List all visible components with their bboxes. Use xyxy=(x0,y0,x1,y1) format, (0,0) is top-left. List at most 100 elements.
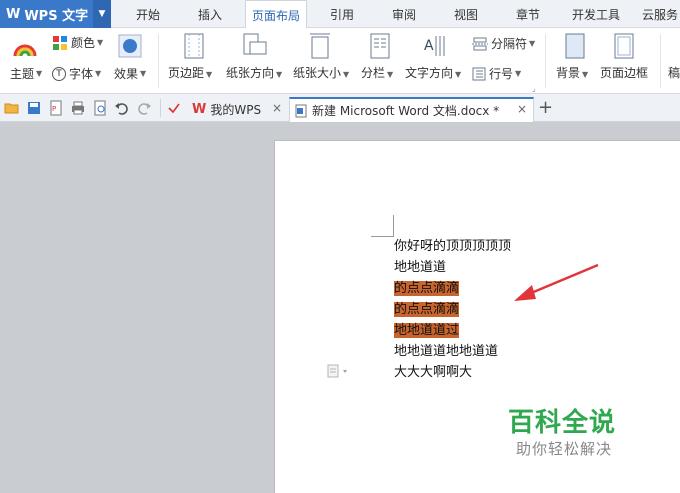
color-label: 颜色 xyxy=(71,36,96,50)
line-number-icon xyxy=(472,67,486,80)
undo-icon[interactable] xyxy=(114,100,130,116)
text-line-highlighted[interactable]: 的点点滴滴 xyxy=(394,279,460,298)
paper-size-button[interactable]: 纸张大小 ▼ xyxy=(293,64,349,81)
wps-app-menu-button[interactable]: W WPS 文字 ▼ xyxy=(0,0,111,28)
ribbon-separator xyxy=(660,34,661,88)
columns-label: 分栏 xyxy=(361,66,386,80)
app-menu-label: WPS 文字 xyxy=(24,8,89,24)
margin-corner-mark xyxy=(371,236,393,237)
page-border-label: 页面边框 xyxy=(600,66,649,80)
toolbar-separator xyxy=(160,99,161,117)
background-icon xyxy=(565,33,585,59)
paper-size-label: 纸张大小 xyxy=(293,66,342,80)
dialog-launcher-icon[interactable]: ⌟ xyxy=(532,84,536,93)
print-icon[interactable] xyxy=(70,100,86,116)
separator-button[interactable]: 分隔符 ▼ xyxy=(472,35,535,52)
paper-size-icon xyxy=(310,33,330,59)
font-label: 字体 xyxy=(69,67,94,81)
page-border-button[interactable]: 页面边框 xyxy=(600,64,648,81)
close-icon[interactable]: × xyxy=(272,101,282,115)
customize-toolbar-icon[interactable] xyxy=(166,100,182,116)
orientation-icon xyxy=(243,33,267,55)
color-button[interactable]: 颜色 ▼ xyxy=(52,34,103,51)
watermark-subtitle: 助你轻松解决 xyxy=(516,440,613,458)
text-line[interactable]: 地地道道 xyxy=(394,258,446,277)
tab-my-wps[interactable]: W 我的WPS × xyxy=(188,97,288,122)
highlighted-text: 的点点滴滴 xyxy=(394,281,460,296)
draft-button[interactable]: 稿 xyxy=(668,64,680,81)
text-line-highlighted[interactable]: 地地道道过 xyxy=(394,321,460,340)
open-folder-icon[interactable] xyxy=(4,100,20,116)
background-label: 背景 xyxy=(556,66,581,80)
save-icon[interactable] xyxy=(26,100,42,116)
wps-logo-icon: W xyxy=(192,102,207,117)
background-button[interactable]: 背景 ▼ xyxy=(556,64,588,81)
line-text: 大大大啊啊大 xyxy=(394,365,473,380)
export-pdf-icon[interactable]: P xyxy=(48,100,64,116)
menu-bar: W WPS 文字 ▼ 开始 插入 页面布局 引用 审阅 视图 章节 开发工具 云… xyxy=(0,0,680,29)
tab-developer-tools[interactable]: 开发工具 xyxy=(563,0,629,28)
new-tab-button[interactable]: + xyxy=(538,97,553,118)
theme-rainbow-icon xyxy=(13,44,37,57)
tab-home[interactable]: 开始 xyxy=(122,0,174,28)
chevron-down-icon: ▼ xyxy=(343,70,350,79)
line-number-button[interactable]: 行号 ▼ xyxy=(472,65,521,82)
chevron-down-icon: ▼ xyxy=(529,39,536,48)
line-text: 地地道道地地道道 xyxy=(394,344,499,359)
page-break-icon xyxy=(472,37,488,50)
chevron-down-icon: ▼ xyxy=(36,69,43,78)
ribbon-separator xyxy=(158,34,159,88)
tab-chapter[interactable]: 章节 xyxy=(502,0,554,28)
chevron-down-icon: ▼ xyxy=(515,69,522,78)
columns-button[interactable]: 分栏 ▼ xyxy=(361,64,393,81)
tab-review[interactable]: 审阅 xyxy=(378,0,430,28)
font-t-icon: T xyxy=(52,66,66,81)
chevron-down-icon: ▼ xyxy=(95,69,102,78)
tab-page-layout[interactable]: 页面布局 xyxy=(245,0,307,29)
draft-label: 稿 xyxy=(668,66,680,80)
tab-my-wps-label: 我的WPS xyxy=(210,103,262,117)
tab-insert[interactable]: 插入 xyxy=(184,0,236,28)
margin-button[interactable]: 页边距 ▼ xyxy=(168,64,212,81)
text-line[interactable]: 大大大啊啊大 xyxy=(394,363,472,382)
theme-label: 主题 xyxy=(10,67,35,81)
chevron-down-icon[interactable]: ▼ xyxy=(93,0,111,28)
chevron-down-icon: ▼ xyxy=(455,70,462,79)
font-button[interactable]: T 字体 ▼ xyxy=(52,65,101,82)
text-line[interactable]: 你好呀的顶顶顶顶顶 xyxy=(394,237,511,256)
columns-icon xyxy=(370,33,390,59)
text-direction-label: 文字方向 xyxy=(405,66,454,80)
effect-circle-icon xyxy=(118,34,142,58)
margin-corner-mark xyxy=(393,215,394,237)
svg-text:P: P xyxy=(52,105,56,113)
document-icon xyxy=(295,104,307,117)
text-line[interactable]: 地地道道地地道道 xyxy=(394,342,498,361)
separator-label: 分隔符 xyxy=(491,37,528,51)
theme-button[interactable]: 主题 ▼ xyxy=(10,65,42,82)
paragraph-layout-icon[interactable] xyxy=(327,364,353,378)
effect-button[interactable]: 效果 ▼ xyxy=(114,65,146,82)
redo-icon[interactable] xyxy=(136,100,152,116)
baike-watermark: 百科全说 助你轻松解决 xyxy=(500,398,660,470)
tab-cloud-service[interactable]: 云服务 xyxy=(636,0,680,28)
tab-document-label: 新建 Microsoft Word 文档.docx * xyxy=(312,104,500,118)
tab-document[interactable]: 新建 Microsoft Word 文档.docx * × xyxy=(289,97,534,122)
wps-logo-icon: W xyxy=(6,6,21,22)
line-number-label: 行号 xyxy=(489,67,514,81)
chevron-down-icon: ▼ xyxy=(276,70,283,79)
text-direction-icon: A xyxy=(424,36,445,56)
chevron-down-icon: ▼ xyxy=(387,70,394,79)
text-direction-button[interactable]: 文字方向 ▼ xyxy=(405,64,461,81)
orientation-button[interactable]: 纸张方向 ▼ xyxy=(226,64,282,81)
margin-label: 页边距 xyxy=(168,66,205,80)
watermark-title: 百科全说 xyxy=(508,408,617,438)
close-icon[interactable]: × xyxy=(517,102,527,116)
margin-icon xyxy=(184,33,204,59)
tab-references[interactable]: 引用 xyxy=(317,0,367,28)
print-preview-icon[interactable] xyxy=(92,100,108,116)
chevron-down-icon: ▼ xyxy=(97,38,104,47)
line-text: 地地道道 xyxy=(394,260,447,275)
text-line-highlighted[interactable]: 的点点滴滴 xyxy=(394,300,460,319)
tab-view[interactable]: 视图 xyxy=(440,0,492,28)
chevron-down-icon: ▼ xyxy=(140,69,147,78)
